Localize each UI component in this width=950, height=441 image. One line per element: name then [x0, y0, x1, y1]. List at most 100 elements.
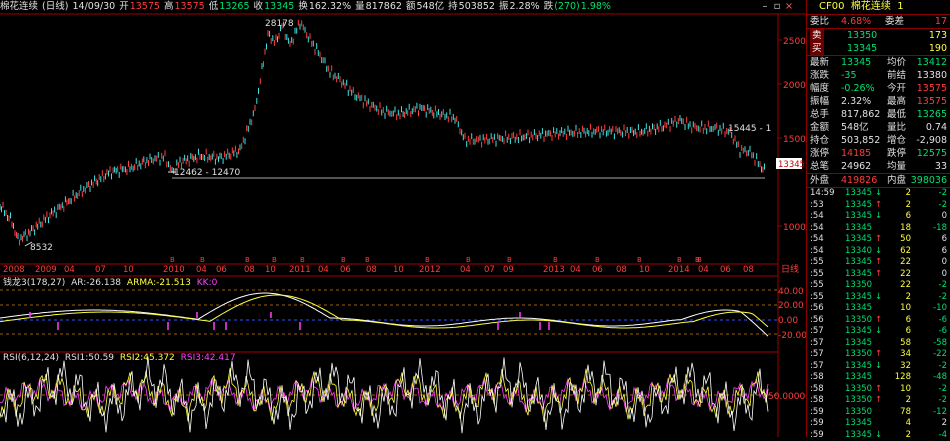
- stat-value: 13575: [917, 82, 947, 95]
- x-axis-label: 2009: [35, 265, 57, 275]
- tick-volume: 32: [900, 361, 911, 373]
- tick-row: :551335022-2: [807, 280, 950, 292]
- rsi-title: RSI(6,12,24) RSI1:50.59 RSI2:45.372 RSI3…: [3, 353, 236, 363]
- tick-time: :57: [810, 361, 824, 373]
- stat-value: 13412: [917, 56, 947, 69]
- macd-y-tick-40: 40.00: [778, 287, 804, 297]
- x-axis-label: 06: [216, 265, 227, 275]
- inner-label: 内盘: [887, 174, 906, 187]
- signal-marker: B: [365, 256, 370, 264]
- tick-price: 13345: [845, 211, 872, 223]
- stat-label: 量比: [887, 121, 906, 134]
- rsi3-value: 42.417: [204, 353, 236, 363]
- stat-value: 548亿: [841, 121, 869, 134]
- tick-time: 14:59: [810, 188, 835, 200]
- support-range-label: 12462 - 12470: [174, 168, 241, 178]
- candlestick-series: [0, 20, 765, 246]
- tick-time: :59: [810, 418, 824, 430]
- tick-price: 13345: [845, 372, 872, 384]
- x-axis-label: 04: [196, 265, 207, 275]
- tick-time: :54: [810, 246, 824, 258]
- tick-volume: 2: [906, 200, 911, 212]
- tick-volume: 78: [900, 407, 911, 419]
- tick-oi-change: -12: [933, 407, 947, 419]
- x-axis-labels: 2008200904071020100406081020110406081020…: [3, 265, 754, 275]
- x-axis-label: 10: [123, 265, 134, 275]
- tick-oi-change: 2: [942, 418, 947, 430]
- tick-row: :5913345↓2-4: [807, 430, 950, 441]
- tick-time: :54: [810, 223, 824, 235]
- x-axis-period-label: 日线: [781, 263, 799, 275]
- tick-direction-icon: ↑: [875, 384, 882, 396]
- weicha-label: 委差: [885, 15, 904, 28]
- tick-volume: 6: [906, 326, 911, 338]
- tick-row: :5413345↑506: [807, 234, 950, 246]
- signal-marker: B: [272, 256, 277, 264]
- tick-row: :5813350↑2-2: [807, 395, 950, 407]
- tick-time: :55: [810, 292, 824, 304]
- macd-y-tick-minus20: -20.00: [778, 331, 806, 341]
- tick-oi-change: -6: [939, 315, 947, 327]
- tick-price: 13345: [845, 418, 872, 430]
- stat-value: 24962: [841, 160, 871, 173]
- tick-volume: 18: [900, 223, 911, 235]
- chart-area[interactable]: BBBBBBBBBBBBBBBB 28178 8532 12462 - 1247…: [0, 0, 806, 437]
- tick-time: :56: [810, 303, 824, 315]
- stat-value: -35: [841, 69, 857, 82]
- tick-row: :5413340↓626: [807, 246, 950, 258]
- tick-price: 13350: [845, 384, 872, 396]
- tick-direction-icon: ↓: [875, 361, 882, 373]
- tick-time: :54: [810, 234, 824, 246]
- tick-direction-icon: ↓: [875, 211, 882, 223]
- arma-value: -21.513: [156, 278, 191, 288]
- x-axis-label: 04: [570, 265, 581, 275]
- signal-marker: B: [466, 256, 471, 264]
- tick-oi-change: 6: [942, 246, 947, 258]
- kk-value: 0: [212, 278, 218, 288]
- stat-label: 最低: [887, 108, 906, 121]
- tick-oi-change: -4: [939, 430, 947, 441]
- x-axis-label: 07: [95, 265, 106, 275]
- contract-name: 棉花连续: [851, 1, 891, 12]
- stat-label: 持仓: [810, 134, 829, 147]
- quote-title: CF00 棉花连续 1: [807, 0, 950, 14]
- tick-direction-icon: ↓: [875, 430, 882, 441]
- tick-row: :5813350↑10-2: [807, 384, 950, 396]
- tick-oi-change: -2: [939, 361, 947, 373]
- right-mark-label: 15445 - 1: [728, 124, 771, 134]
- tick-volume: 22: [900, 257, 911, 269]
- tick-price: 13350: [845, 407, 872, 419]
- stat-value: 12575: [917, 147, 947, 160]
- signal-marker: B: [425, 256, 430, 264]
- tick-oi-change: -2: [939, 280, 947, 292]
- y-tick-25000: 25000: [783, 37, 806, 47]
- outer-inner-row: 外盘 419826 内盘 398036: [807, 173, 950, 187]
- kk-label: KK:: [197, 278, 212, 288]
- tick-time: :55: [810, 269, 824, 281]
- stat-value: 2.32%: [841, 95, 871, 108]
- tick-row: :561334510-10: [807, 303, 950, 315]
- tick-list[interactable]: 14:5913345↓2-2:5313345↑2-2:5413345↓60:54…: [807, 187, 950, 441]
- x-axis-label: 2008: [3, 265, 25, 275]
- quote-row: 金额548亿量比0.74: [807, 121, 950, 134]
- stat-label: 均量: [887, 160, 906, 173]
- tick-time: :57: [810, 338, 824, 350]
- stat-label: 最高: [887, 95, 906, 108]
- x-axis-label: 10: [639, 265, 650, 275]
- tick-time: :59: [810, 430, 824, 441]
- x-axis-label: 08: [366, 265, 377, 275]
- tick-price: 13345: [845, 223, 872, 235]
- stat-label: 涨停: [810, 147, 829, 160]
- x-axis-label: 08: [616, 265, 627, 275]
- tick-oi-change: -2: [939, 292, 947, 304]
- buy-row[interactable]: 买 13345 190: [807, 42, 950, 55]
- stat-value: -2,908: [916, 134, 947, 147]
- signal-marker: B: [341, 256, 346, 264]
- x-axis-label: 04: [64, 265, 75, 275]
- tick-row: :5713345↓32-2: [807, 361, 950, 373]
- sell-row[interactable]: 卖 13350 173: [807, 28, 950, 42]
- x-axis-label: 04: [318, 265, 329, 275]
- sell-volume: 173: [929, 29, 947, 42]
- quote-row: 涨停14185跌停12575: [807, 147, 950, 160]
- y-tick-15000: 15000: [783, 135, 806, 145]
